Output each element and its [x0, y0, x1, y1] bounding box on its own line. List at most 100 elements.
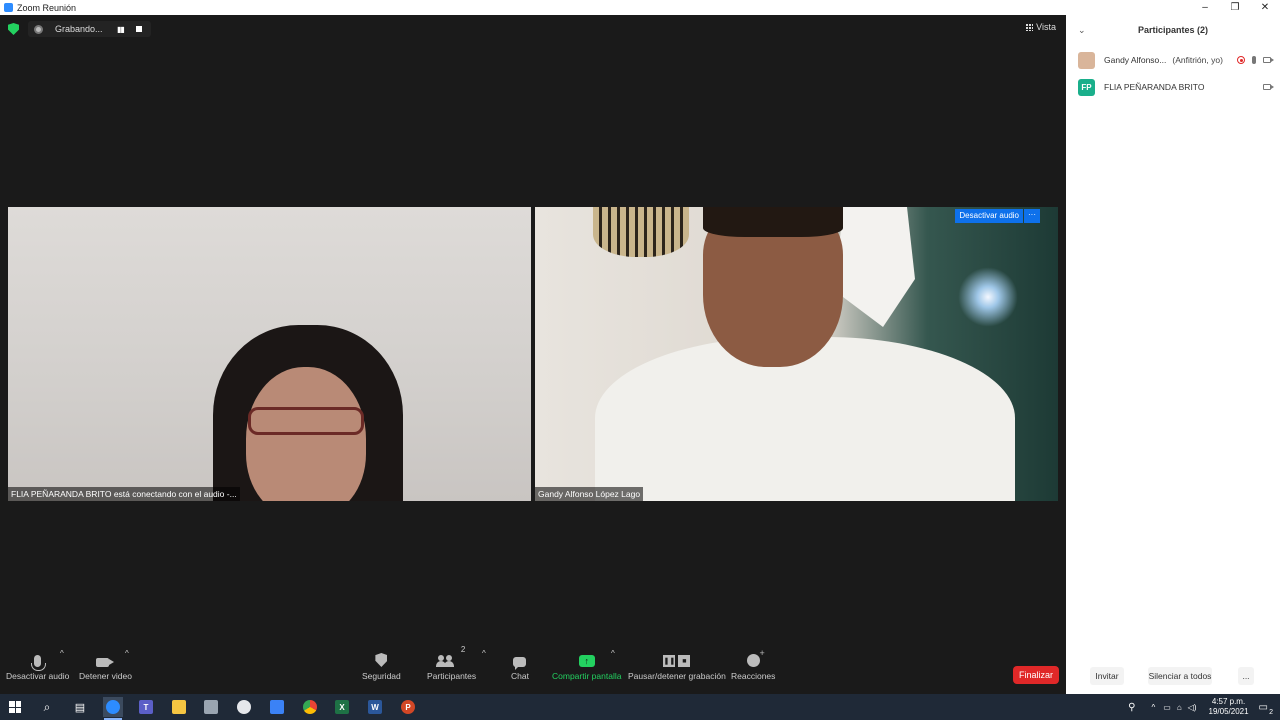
teams-app-icon: T [139, 700, 153, 714]
participants-label: Participantes [427, 671, 477, 681]
participant-video-shape [595, 337, 1015, 501]
clock-date: 19/05/2021 [1208, 707, 1249, 716]
windows-taskbar: ⌕ ▤ T X W P ⚲ ^ ▭ ⌂ ◁) 4:57 p.m. 19/05/2… [0, 694, 1280, 720]
search-icon[interactable]: ⌕ [37, 697, 57, 717]
chrome-app-icon [303, 700, 317, 714]
participant-role: (Anfitrión, yo) [1172, 55, 1223, 65]
pause-recording-icon[interactable]: ▮▮ [117, 25, 125, 34]
clock[interactable]: 4:57 p.m. 19/05/2021 [1209, 697, 1249, 717]
meeting-toolbar: Desactivar audio ^ Detener video ^ Segur… [0, 645, 1066, 694]
taskbar-app-excel[interactable]: X [332, 697, 352, 717]
folder-icon [172, 700, 186, 714]
share-label: Compartir pantalla [552, 671, 622, 681]
view-label: Vista [1036, 22, 1056, 32]
pause-stop-recording-button[interactable]: ❚❚ ■ Pausar/detener grabación [628, 645, 726, 681]
close-button[interactable]: ✕ [1250, 0, 1280, 15]
mute-label: Desactivar audio [6, 671, 70, 681]
windows-logo-icon [9, 701, 21, 713]
stop-recording-icon[interactable] [135, 26, 142, 32]
encryption-shield-icon[interactable] [8, 23, 19, 35]
participants-button[interactable]: 2 Participantes [427, 645, 476, 681]
photos-app-icon [270, 700, 284, 714]
participant-row[interactable]: Gandy Alfonso... (Anfitrión, yo) [1078, 50, 1274, 70]
video-tile-flia[interactable]: FLIA PEÑARANDA BRITO está conectando con… [8, 207, 531, 501]
taskbar-app-generic[interactable] [201, 697, 221, 717]
avatar [1078, 51, 1095, 69]
invite-button[interactable]: Invitar [1090, 667, 1124, 685]
show-hidden-icons-icon[interactable]: ^ [1152, 703, 1156, 712]
security-button[interactable]: Seguridad [362, 645, 401, 681]
volume-icon[interactable]: ◁) [1188, 703, 1197, 712]
stop-video-button[interactable]: Detener video [79, 645, 132, 681]
clock-time: 4:57 p.m. [1211, 697, 1246, 706]
taskbar-app-powerpoint[interactable]: P [398, 697, 418, 717]
participant-video-shape [593, 207, 689, 257]
app-icon [204, 700, 218, 714]
taskbar-app-teams[interactable]: T [136, 697, 156, 717]
end-meeting-button[interactable]: Finalizar [1013, 666, 1059, 684]
notifications-icon[interactable]: ▭ 2 [1259, 702, 1273, 716]
panel-title: Participantes (2) [1137, 25, 1209, 35]
video-camera-icon [96, 658, 115, 667]
task-view-icon[interactable]: ▤ [70, 697, 90, 717]
tile-more-button[interactable]: ··· [1024, 209, 1040, 223]
video-label: Detener video [79, 671, 132, 681]
participants-count: 2 [460, 645, 466, 654]
tile-unmute-button[interactable]: Desactivar audio [955, 209, 1023, 223]
more-options-button[interactable]: ... [1238, 667, 1254, 685]
audio-options-caret[interactable]: ^ [60, 649, 64, 658]
participant-video-shape [703, 207, 843, 237]
start-button[interactable] [5, 697, 25, 717]
recording-indicator: Grabando... ▮▮ [28, 21, 151, 37]
excel-app-icon: X [335, 700, 349, 714]
system-tray: ⚲ ^ ▭ ⌂ ◁) 4:57 p.m. 19/05/2021 ▭ 2 [1128, 694, 1280, 720]
taskbar-app-word[interactable]: W [365, 697, 385, 717]
taskbar-app-explorer[interactable] [169, 697, 189, 717]
tile-hover-banner: Desactivar audio ··· [955, 209, 1040, 223]
app-icon [237, 700, 251, 714]
pause-icon: ❚❚ [663, 655, 676, 667]
microphone-icon[interactable] [1252, 56, 1256, 64]
share-options-caret[interactable]: ^ [611, 649, 615, 658]
participant-video-shape [835, 207, 915, 327]
video-camera-icon[interactable] [1263, 57, 1274, 63]
taskbar-app-photos[interactable] [267, 697, 287, 717]
video-tile-gandy[interactable]: Desactivar audio ··· Gandy Alfonso López… [535, 207, 1058, 501]
reactions-label: Reacciones [731, 671, 776, 681]
meeting-area: Grabando... ▮▮ Vista FLIA PEÑARANDA BRIT… [0, 15, 1066, 694]
stop-icon: ■ [678, 655, 691, 667]
restore-button[interactable]: ❐ [1220, 0, 1250, 15]
tile-name-label: Gandy Alfonso López Lago [535, 487, 644, 501]
video-options-caret[interactable]: ^ [125, 649, 129, 658]
share-screen-icon: ↑ [578, 655, 595, 667]
security-shield-icon [375, 653, 388, 667]
recording-dot-icon [34, 24, 43, 34]
grid-view-icon [1026, 23, 1034, 31]
taskbar-app-chrome[interactable] [300, 697, 320, 717]
notification-count: 2 [1269, 708, 1273, 716]
people-icon[interactable]: ⚲ [1128, 702, 1135, 713]
security-label: Seguridad [362, 671, 401, 681]
taskbar-app-zoom[interactable] [103, 697, 123, 720]
participants-options-caret[interactable]: ^ [482, 649, 486, 658]
participant-name: Gandy Alfonso... [1104, 55, 1167, 65]
taskbar-app-generic[interactable] [234, 697, 254, 717]
pause-stop-icon: ❚❚ ■ [663, 655, 691, 667]
panel-footer: Invitar Silenciar a todos ... [1066, 667, 1280, 685]
reactions-button[interactable]: Reacciones [731, 645, 775, 681]
window-controls: – ❐ ✕ [1190, 0, 1280, 15]
network-icon[interactable]: ⌂ [1177, 703, 1182, 712]
participant-video-shape [958, 267, 1018, 327]
video-camera-icon[interactable] [1263, 84, 1274, 90]
window-title: Zoom Reunión [17, 2, 77, 13]
view-button[interactable]: Vista [1026, 22, 1056, 32]
chat-bubble-icon [513, 657, 527, 670]
participant-row[interactable]: FP FLIA PEÑARANDA BRITO [1078, 77, 1274, 97]
minimize-button[interactable]: – [1190, 0, 1220, 15]
title-bar: Zoom Reunión – ❐ ✕ [0, 0, 1280, 15]
chat-button[interactable]: Chat [511, 645, 529, 681]
battery-icon[interactable]: ▭ [1163, 703, 1171, 712]
powerpoint-app-icon: P [401, 700, 415, 714]
mute-all-button[interactable]: Silenciar a todos [1148, 667, 1212, 685]
zoom-logo-icon [4, 3, 13, 12]
